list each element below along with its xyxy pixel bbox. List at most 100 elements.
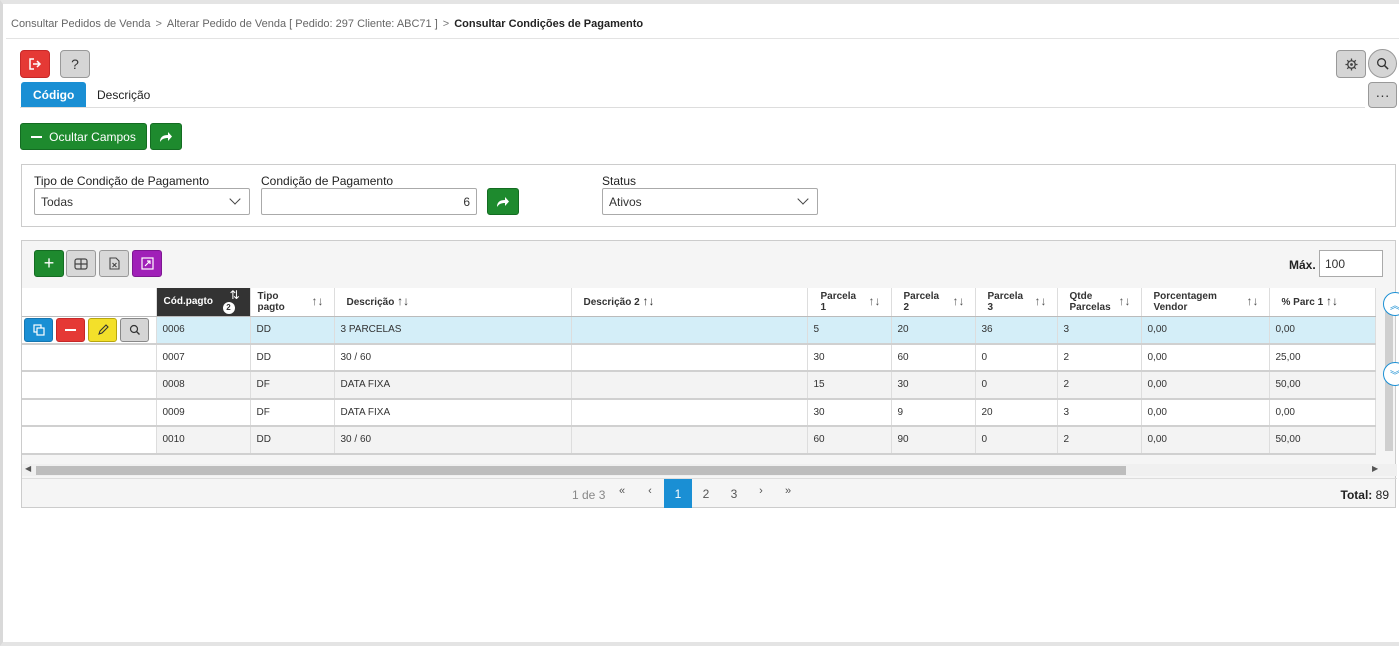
sort-order-badge: 2: [222, 301, 235, 314]
tab-descricao[interactable]: Descrição: [85, 82, 162, 107]
cell-parc1: 50,00: [1269, 371, 1376, 400]
view-button[interactable]: [120, 317, 149, 342]
column-header[interactable]: Cód.pagto ⇅ 2: [156, 288, 251, 317]
cell-parcela3: 20: [975, 398, 1058, 427]
column-header[interactable]: Parcela 1 ↑↓: [807, 288, 892, 317]
breadcrumb-item-pedidos[interactable]: Consultar Pedidos de Venda: [11, 18, 150, 30]
cell-parcela1: 5: [807, 316, 892, 345]
table-row[interactable]: 0009 DF DATA FIXA 30 9 20 3 0,00 0,00: [22, 398, 1376, 427]
table-row[interactable]: 0008 DF DATA FIXA 15 30 0 2 0,00 50,00: [22, 371, 1376, 400]
columns-button[interactable]: [66, 250, 96, 277]
add-button[interactable]: +: [34, 250, 64, 277]
cell-descricao: 3 PARCELAS: [334, 316, 572, 345]
delete-button[interactable]: [56, 317, 85, 342]
copy-button[interactable]: [24, 317, 53, 342]
expand-icon: [140, 257, 154, 270]
cell-descricao: 30 / 60: [334, 343, 572, 372]
max-results-input[interactable]: 100: [1319, 250, 1383, 277]
cell-tipo: DD: [250, 316, 335, 345]
cell-parcela1: 30: [807, 398, 892, 427]
first-page-button[interactable]: «: [612, 485, 632, 497]
apply-filter-button[interactable]: [487, 188, 519, 215]
vertical-scrollbar[interactable]: [1382, 311, 1396, 461]
copy-icon: [32, 323, 45, 336]
prev-page-button[interactable]: ‹: [640, 485, 660, 497]
page-button-3[interactable]: 3: [720, 479, 748, 508]
cell-parcela3: 36: [975, 316, 1058, 345]
cell-parc1: 0,00: [1269, 316, 1376, 345]
column-header[interactable]: Qtde Parcelas ↑↓: [1057, 288, 1142, 317]
column-header[interactable]: Parcela 3 ↑↓: [975, 288, 1058, 317]
cell-parcela3: 0: [975, 371, 1058, 400]
table-row[interactable]: 0006 DD 3 PARCELAS 5 20 36 3 0,00 0,00: [22, 316, 1376, 345]
column-header-label: Parcela 1: [820, 290, 857, 313]
status-select[interactable]: Ativos: [602, 188, 818, 215]
cell-parcela2: 90: [891, 426, 976, 455]
cell-porcentagem-vendor: 0,00: [1141, 371, 1270, 400]
total-label: Total:: [1340, 488, 1373, 502]
tipo-condicao-select[interactable]: Todas: [34, 188, 250, 215]
tabs-divider: [20, 107, 1365, 108]
column-header[interactable]: Tipo pagto ↑↓: [250, 288, 335, 317]
column-header[interactable]: Descrição 2 ↑↓: [571, 288, 808, 317]
cell-parcela2: 9: [891, 398, 976, 427]
cell-descricao: DATA FIXA: [334, 371, 572, 400]
sort-icon: ↑↓: [1118, 294, 1131, 308]
cell-parcela2: 20: [891, 316, 976, 345]
file-excel-icon: [108, 257, 120, 270]
condicao-pagamento-value: 6: [463, 194, 470, 209]
condicao-pagamento-input[interactable]: 6: [261, 188, 477, 215]
edit-button[interactable]: [88, 317, 117, 342]
filter-panel: Tipo de Condição de Pagamento Todas Cond…: [21, 164, 1396, 227]
cell-descricao: 30 / 60: [334, 426, 572, 455]
tipo-condicao-value: Todas: [41, 194, 74, 209]
share-arrow-icon: [497, 196, 509, 207]
settings-button[interactable]: [1336, 50, 1366, 78]
export-excel-button[interactable]: [99, 250, 129, 277]
cell-codigo: 0008: [156, 371, 251, 400]
scroll-right-icon[interactable]: ▶: [1372, 464, 1378, 473]
column-header-label: Porcentagem Vendor: [1153, 290, 1217, 313]
scrollbar-thumb[interactable]: [36, 466, 1126, 475]
hide-fields-button[interactable]: Ocultar Campos: [20, 123, 147, 150]
scroll-left-icon[interactable]: ◀: [25, 464, 31, 473]
cell-tipo: DD: [250, 426, 335, 455]
help-button[interactable]: ?: [60, 50, 90, 78]
search-button[interactable]: [1368, 49, 1397, 78]
table-row[interactable]: 0007 DD 30 / 60 30 60 0 2 0,00 25,00: [22, 343, 1376, 372]
double-chevron-down-icon: ︾: [1390, 370, 1399, 382]
page-button-1[interactable]: 1: [664, 479, 692, 508]
row-actions: [22, 371, 157, 400]
breadcrumb-item-alterar[interactable]: Alterar Pedido de Venda [ Pedido: 297 Cl…: [167, 18, 438, 30]
column-header[interactable]: % Parc 1 ↑↓: [1269, 288, 1376, 317]
search-icon: [1377, 58, 1389, 70]
more-options-button[interactable]: ···: [1368, 82, 1397, 108]
cell-tipo: DF: [250, 398, 335, 427]
next-page-button[interactable]: ›: [751, 485, 771, 497]
row-actions: [22, 343, 157, 372]
cell-qtde-parcelas: 2: [1057, 343, 1142, 372]
exit-button[interactable]: [20, 50, 50, 78]
column-header[interactable]: Porcentagem Vendor ↑↓: [1141, 288, 1270, 317]
cell-parcela3: 0: [975, 426, 1058, 455]
cell-parcela2: 30: [891, 371, 976, 400]
table-row[interactable]: 0010 DD 30 / 60 60 90 0 2 0,00 50,00: [22, 426, 1376, 455]
exit-icon: [29, 58, 42, 70]
tab-codigo[interactable]: Código: [21, 82, 87, 107]
column-header-label: Descrição 2: [583, 296, 640, 308]
column-header-label: Parcela 2: [903, 290, 940, 313]
horizontal-scrollbar[interactable]: ◀ ▶: [22, 464, 1397, 476]
forward-button[interactable]: [150, 123, 182, 150]
column-header[interactable]: Descrição ↑↓: [334, 288, 572, 317]
sort-icon: ↑↓: [1325, 293, 1338, 308]
column-header[interactable]: Parcela 2 ↑↓: [891, 288, 976, 317]
last-page-button[interactable]: »: [778, 485, 798, 497]
column-header-label: % Parc 1: [1281, 296, 1324, 308]
cell-codigo: 0009: [156, 398, 251, 427]
cell-qtde-parcelas: 3: [1057, 316, 1142, 345]
sort-icon: ↑↓: [1246, 294, 1259, 308]
gear-icon: [1344, 57, 1358, 71]
expand-button[interactable]: [132, 250, 162, 277]
page-button-2[interactable]: 2: [692, 479, 720, 508]
sort-icon: ↑↓: [1034, 294, 1047, 308]
